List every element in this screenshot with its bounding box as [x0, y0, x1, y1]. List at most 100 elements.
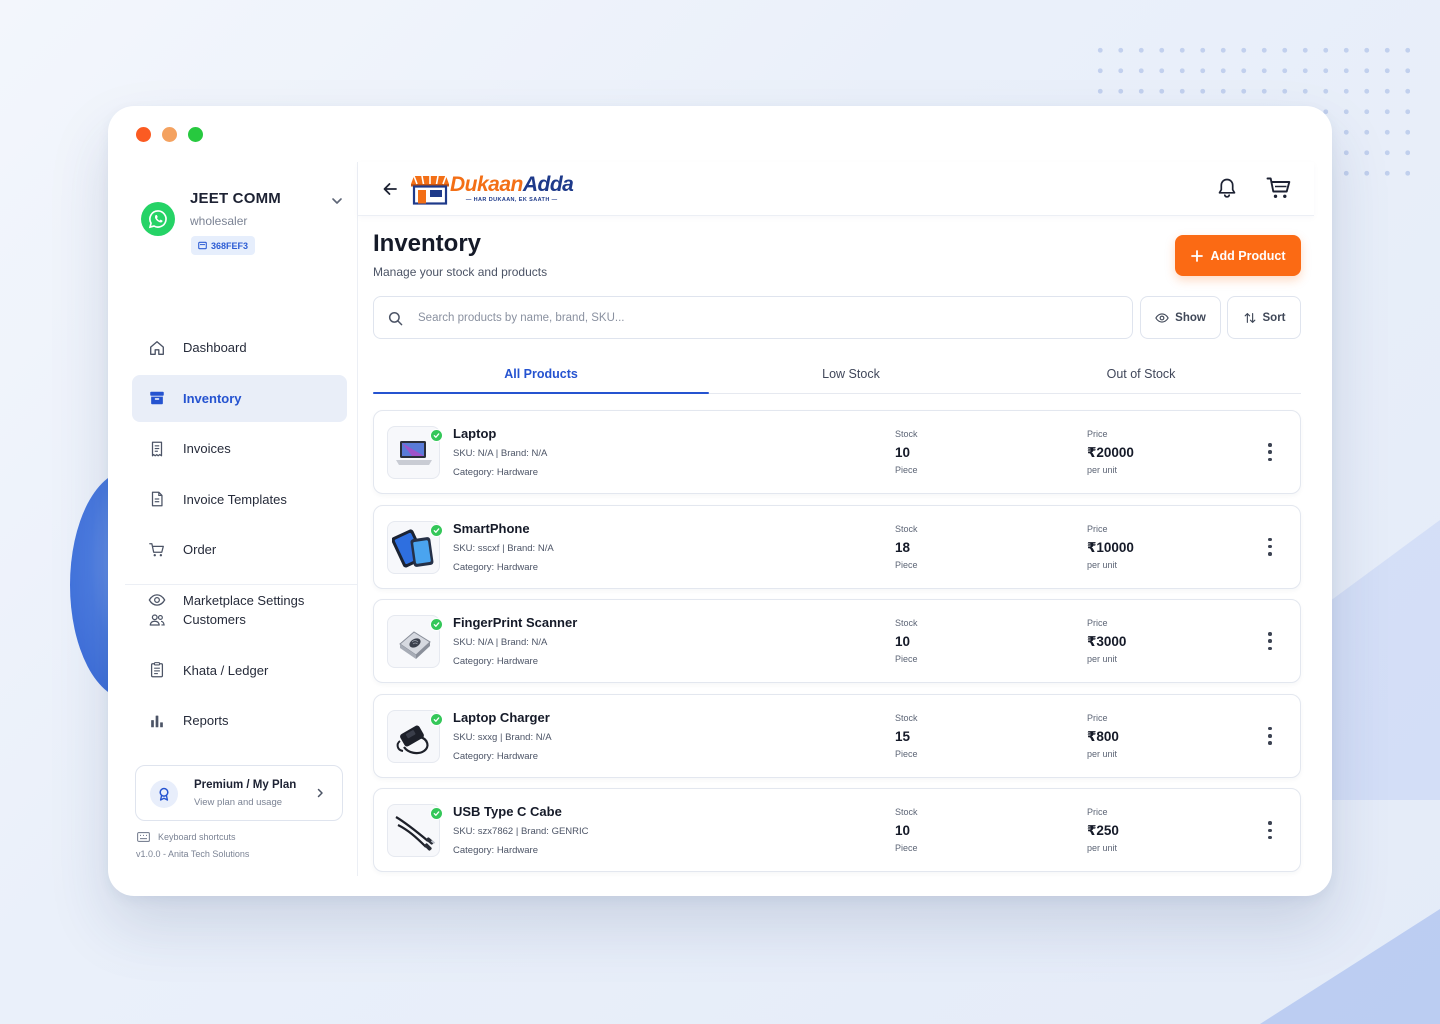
- storefront-logo-icon: [411, 175, 449, 205]
- notification-bell-icon[interactable]: [1216, 177, 1238, 199]
- close-window-button[interactable]: [136, 127, 151, 142]
- stock-unit: Piece: [895, 843, 918, 854]
- logo-tagline-text: HAR DUKAAN, EK SAATH: [473, 196, 550, 203]
- product-card[interactable]: SmartPhone SKU: sscxf | Brand: N/A Categ…: [373, 504, 1301, 589]
- back-arrow-icon[interactable]: [380, 179, 400, 199]
- price-label: Price: [1087, 429, 1108, 439]
- stock-unit: Piece: [895, 465, 918, 475]
- product-card[interactable]: Laptop SKU: N/A | Brand: N/A Category: H…: [373, 410, 1301, 494]
- show-button[interactable]: Show: [1140, 296, 1221, 339]
- product-sku-brand: SKU: szx7862 | Brand: GENRIC: [453, 826, 589, 838]
- logo-tagline: — HAR DUKAAN, EK SAATH —: [465, 196, 558, 203]
- price-label: Price: [1087, 712, 1108, 723]
- minimize-window-button[interactable]: [162, 127, 177, 142]
- plan-card[interactable]: Premium / My Plan View plan and usage: [135, 765, 343, 821]
- sort-button[interactable]: Sort: [1227, 296, 1301, 339]
- stock-label: Stock: [895, 618, 918, 629]
- product-sku-brand: SKU: N/A | Brand: N/A: [453, 448, 548, 459]
- product-category: Category: Hardware: [453, 656, 539, 668]
- price-label: Price: [1087, 618, 1108, 629]
- document-icon: [151, 491, 163, 507]
- stock-value: 10: [895, 823, 911, 839]
- product-card[interactable]: USB Type C Cabe SKU: szx7862 | Brand: GE…: [373, 788, 1301, 873]
- sidebar-item-label: Order: [183, 542, 217, 557]
- product-category: Category: Hardware: [453, 561, 539, 573]
- sidebar-item-order[interactable]: Order: [132, 526, 347, 573]
- whatsapp-icon: [141, 202, 175, 236]
- usb-cable-image: [395, 816, 436, 851]
- more-options-icon[interactable]: [1262, 537, 1278, 556]
- product-image: [387, 426, 443, 479]
- product-card[interactable]: FingerPrint Scanner SKU: N/A | Brand: N/…: [373, 599, 1301, 684]
- sidebar: JEET COMM wholesaler 368FEF3 Dashboard I…: [125, 162, 358, 876]
- price-unit: per unit: [1087, 465, 1118, 475]
- product-image: [387, 615, 443, 669]
- chevron-down-icon: [332, 198, 342, 204]
- brand-logo[interactable]: DukaanAdda — HAR DUKAAN, EK SAATH —: [410, 170, 574, 206]
- more-options-icon[interactable]: [1262, 632, 1278, 651]
- sidebar-item-inventory[interactable]: Inventory: [132, 374, 347, 422]
- show-label: Show: [1175, 311, 1206, 324]
- primary-nav: Dashboard Inventory Invoices Invoice Tem…: [132, 324, 347, 627]
- in-stock-check-icon: [430, 807, 443, 821]
- plus-icon: [1190, 249, 1203, 262]
- sidebar-item-reports[interactable]: Reports: [132, 697, 347, 744]
- more-options-icon[interactable]: [1262, 443, 1278, 461]
- receipt-icon: [151, 441, 163, 456]
- price-unit: per unit: [1087, 654, 1118, 665]
- page-title: Inventory: [373, 230, 482, 257]
- stock-label: Stock: [895, 429, 918, 439]
- sidebar-item-invoices[interactable]: Invoices: [132, 425, 347, 472]
- cart-icon: [149, 542, 164, 556]
- price-unit: per unit: [1087, 748, 1118, 759]
- price-unit: per unit: [1087, 843, 1118, 854]
- shopping-cart-icon[interactable]: [1266, 176, 1292, 200]
- price-label: Price: [1087, 523, 1108, 534]
- search-icon: [388, 311, 403, 326]
- product-category: Category: Hardware: [453, 845, 539, 857]
- tab-label: Out of Stock: [1106, 366, 1176, 381]
- sidebar-item-dashboard[interactable]: Dashboard: [132, 324, 347, 371]
- top-bar: DukaanAdda — HAR DUKAAN, EK SAATH —: [358, 162, 1314, 216]
- in-stock-check-icon: [430, 712, 443, 726]
- product-sku-brand: SKU: sscxf | Brand: N/A: [453, 542, 554, 554]
- ledger-icon: [150, 662, 164, 678]
- product-list: Laptop SKU: N/A | Brand: N/A Category: H…: [373, 410, 1301, 883]
- keyboard-shortcuts-link[interactable]: Keyboard shortcuts: [137, 832, 236, 842]
- window-controls: [136, 127, 203, 142]
- premium-badge-icon: [150, 780, 178, 808]
- profile-switcher[interactable]: JEET COMM wholesaler 368FEF3: [125, 180, 358, 270]
- product-name: Laptop Charger: [453, 709, 550, 725]
- sidebar-item-label: Reports: [183, 713, 229, 728]
- product-card[interactable]: Laptop Charger SKU: sxxg | Brand: N/A Ca…: [373, 693, 1301, 778]
- sidebar-item-customers[interactable]: Customers: [132, 596, 347, 643]
- archive-box-icon: [150, 391, 164, 405]
- more-options-icon[interactable]: [1262, 726, 1278, 745]
- stock-value: 10: [895, 634, 911, 650]
- product-name: Laptop: [453, 426, 497, 441]
- secondary-nav: Customers Khata / Ledger Reports: [132, 596, 347, 748]
- sidebar-item-label: Customers: [183, 612, 246, 627]
- add-product-button[interactable]: Add Product: [1175, 235, 1301, 276]
- stock-label: Stock: [895, 523, 918, 534]
- nav-divider: [125, 584, 358, 585]
- sidebar-item-label: Dashboard: [183, 340, 247, 355]
- profile-id-text: 368FEF3: [211, 240, 249, 251]
- plan-title: Premium / My Plan: [194, 779, 297, 791]
- tab-all-products[interactable]: All Products: [373, 354, 709, 393]
- stock-unit: Piece: [895, 748, 918, 759]
- tab-out-of-stock[interactable]: Out of Stock: [993, 354, 1289, 393]
- in-stock-check-icon: [430, 523, 443, 537]
- more-options-icon[interactable]: [1262, 821, 1278, 840]
- profile-name: JEET COMM: [190, 190, 281, 207]
- profile-role: wholesaler: [190, 214, 248, 228]
- maximize-window-button[interactable]: [188, 127, 203, 142]
- sidebar-item-khata-ledger[interactable]: Khata / Ledger: [132, 647, 347, 694]
- sidebar-item-label: Inventory: [183, 390, 242, 406]
- search-input[interactable]: [418, 297, 1118, 338]
- app-window: JEET COMM wholesaler 368FEF3 Dashboard I…: [108, 106, 1332, 896]
- price-value: ₹800: [1087, 728, 1119, 744]
- tab-low-stock[interactable]: Low Stock: [709, 354, 993, 393]
- sidebar-item-invoice-templates[interactable]: Invoice Templates: [132, 476, 347, 523]
- product-name: SmartPhone: [453, 520, 530, 536]
